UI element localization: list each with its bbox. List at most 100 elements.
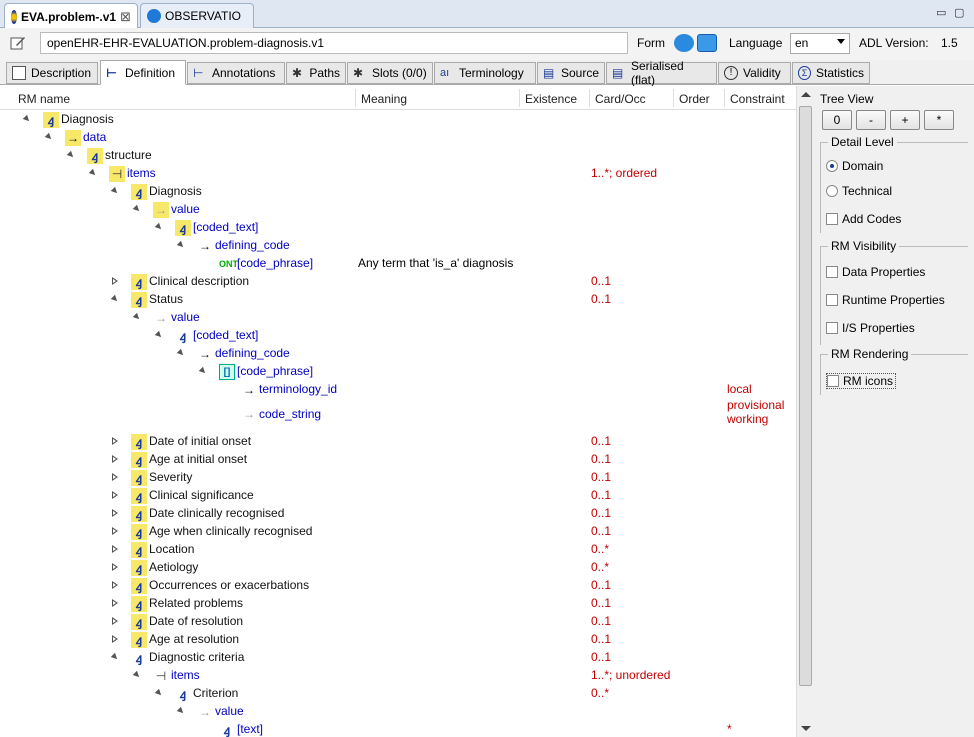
expand-toggle-icon[interactable] xyxy=(111,455,120,464)
column-divider[interactable] xyxy=(589,89,590,107)
tree-collapse-button[interactable]: - xyxy=(856,110,886,130)
radio-selected-icon[interactable] xyxy=(826,160,838,172)
expand-toggle-icon[interactable] xyxy=(154,688,164,698)
tree-row[interactable]: ꜭ Date clinically recognised 0..1 xyxy=(0,505,796,523)
expand-toggle-icon[interactable] xyxy=(176,706,186,716)
expand-toggle-icon[interactable] xyxy=(132,670,142,680)
checkbox-icon[interactable] xyxy=(826,213,838,225)
language-select[interactable]: en xyxy=(790,33,850,54)
tree-row[interactable]: → defining_code xyxy=(0,345,796,363)
expand-toggle-icon[interactable] xyxy=(88,168,98,178)
expand-toggle-icon[interactable] xyxy=(111,617,120,626)
tab-serialised[interactable]: ▤ Serialised (flat) xyxy=(606,59,717,87)
expand-toggle-icon[interactable] xyxy=(111,509,120,518)
tree-row[interactable]: ꜭ Clinical description 0..1 xyxy=(0,273,796,291)
tree-row[interactable]: ꜭ [text] * xyxy=(0,721,796,737)
tree-row[interactable]: ꜭ Diagnosis xyxy=(0,111,796,129)
form-toggle-icon[interactable] xyxy=(697,34,717,52)
column-divider[interactable] xyxy=(355,89,356,107)
column-divider[interactable] xyxy=(724,89,725,107)
column-divider[interactable] xyxy=(519,89,520,107)
column-divider[interactable] xyxy=(673,89,674,107)
expand-toggle-icon[interactable] xyxy=(176,348,186,358)
scrollbar-thumb[interactable] xyxy=(799,106,812,686)
detail-technical-radio[interactable]: Technical xyxy=(826,184,892,198)
tree-collapse-all-button[interactable]: 0 xyxy=(822,110,852,130)
form-cloud-icon[interactable] xyxy=(674,34,694,52)
expand-toggle-icon[interactable] xyxy=(111,277,120,286)
tree-row[interactable]: → defining_code xyxy=(0,237,796,255)
column-meaning[interactable]: Meaning xyxy=(361,92,407,106)
expand-toggle-icon[interactable] xyxy=(176,240,186,250)
tree-row[interactable]: ⊣ items 1..*; ordered xyxy=(0,165,796,183)
scroll-down-icon[interactable] xyxy=(801,726,811,731)
checkbox-icon[interactable] xyxy=(827,375,839,387)
expand-toggle-icon[interactable] xyxy=(111,527,120,536)
column-order[interactable]: Order xyxy=(679,92,710,106)
rm-icons-checkbox[interactable]: RM icons xyxy=(826,373,897,389)
expand-toggle-icon[interactable] xyxy=(111,545,120,554)
tab-terminology[interactable]: aı Terminology xyxy=(434,62,536,84)
expand-toggle-icon[interactable] xyxy=(111,563,120,572)
tree-row[interactable]: → terminology_id local xyxy=(0,381,796,399)
tree-row[interactable]: ⊣ items 1..*; unordered xyxy=(0,667,796,685)
expand-toggle-icon[interactable] xyxy=(110,186,120,196)
expand-toggle-icon[interactable] xyxy=(110,652,120,662)
tab-description[interactable]: Description xyxy=(6,62,98,84)
expand-toggle-icon[interactable] xyxy=(22,114,32,124)
data-properties-checkbox[interactable]: Data Properties xyxy=(826,265,925,279)
tree-row[interactable]: ꜭ Severity 0..1 xyxy=(0,469,796,487)
tab-slots[interactable]: ✱ Slots (0/0) xyxy=(347,62,433,84)
expand-toggle-icon[interactable] xyxy=(111,491,120,500)
tree-expand-button[interactable]: + xyxy=(890,110,920,130)
tree-expand-all-button[interactable]: * xyxy=(924,110,954,130)
tree-row[interactable]: ꜭ Related problems 0..1 xyxy=(0,595,796,613)
expand-toggle-icon[interactable] xyxy=(111,581,120,590)
tab-definition[interactable]: ⊢ Definition xyxy=(100,60,186,85)
close-icon[interactable]: ⊠ xyxy=(120,9,131,25)
tree-row[interactable]: ꜭ Diagnostic criteria 0..1 xyxy=(0,649,796,667)
tree-row[interactable]: ꜭ Criterion 0..* xyxy=(0,685,796,703)
expand-toggle-icon[interactable] xyxy=(66,150,76,160)
tree-row[interactable]: [] [code_phrase] xyxy=(0,363,796,381)
expand-toggle-icon[interactable] xyxy=(198,366,208,376)
tree-row[interactable]: → value xyxy=(0,309,796,327)
checkbox-icon[interactable] xyxy=(826,322,838,334)
tab-annotations[interactable]: ⊢ Annotations xyxy=(187,62,285,84)
edit-icon[interactable] xyxy=(10,35,26,51)
tree-row[interactable]: → data xyxy=(0,129,796,147)
tree-row[interactable]: ꜭ Date of initial onset 0..1 xyxy=(0,433,796,451)
minimize-icon[interactable]: ▭ xyxy=(936,6,946,19)
expand-toggle-icon[interactable] xyxy=(111,473,120,482)
column-existence[interactable]: Existence xyxy=(525,92,577,106)
column-constraint[interactable]: Constraint xyxy=(730,92,785,106)
expand-toggle-icon[interactable] xyxy=(132,312,142,322)
tab-validity[interactable]: ! Validity xyxy=(718,62,791,84)
tree-scrollbar[interactable] xyxy=(796,86,814,737)
tree-row[interactable]: ꜭ Age when clinically recognised 0..1 xyxy=(0,523,796,541)
tree-row[interactable]: ꜭ Diagnosis xyxy=(0,183,796,201)
expand-toggle-icon[interactable] xyxy=(111,437,120,446)
tab-statistics[interactable]: Σ Statistics xyxy=(792,62,870,84)
column-card-occ[interactable]: Card/Occ xyxy=(595,92,646,106)
maximize-icon[interactable]: ▢ xyxy=(954,6,964,19)
add-codes-checkbox[interactable]: Add Codes xyxy=(826,212,901,226)
tree-row[interactable]: → code_string provisional working xyxy=(0,398,796,429)
expand-toggle-icon[interactable] xyxy=(154,222,164,232)
tree-row[interactable]: ꜭ Clinical significance 0..1 xyxy=(0,487,796,505)
radio-icon[interactable] xyxy=(826,185,838,197)
scroll-up-icon[interactable] xyxy=(801,92,811,97)
column-rm-name[interactable]: RM name xyxy=(18,92,70,106)
tree-row[interactable]: ꜭ Location 0..* xyxy=(0,541,796,559)
archetype-id-field[interactable]: openEHR-EHR-EVALUATION.problem-diagnosis… xyxy=(40,32,628,54)
editor-tab-problem[interactable]: EVA.problem-.v1 ⊠ xyxy=(4,3,138,29)
expand-toggle-icon[interactable] xyxy=(154,330,164,340)
detail-domain-radio[interactable]: Domain xyxy=(826,159,883,173)
tree-row[interactable]: ꜭ Age at resolution 0..1 xyxy=(0,631,796,649)
tree-row[interactable]: ꜭ Occurrences or exacerbations 0..1 xyxy=(0,577,796,595)
tree-row[interactable]: → value xyxy=(0,201,796,219)
tree-row[interactable]: ꜭ Aetiology 0..* xyxy=(0,559,796,577)
tree-row[interactable]: ꜭ structure xyxy=(0,147,796,165)
tree-row[interactable]: ꜭ Age at initial onset 0..1 xyxy=(0,451,796,469)
editor-tab-observation[interactable]: OBSERVATIO xyxy=(140,3,254,28)
